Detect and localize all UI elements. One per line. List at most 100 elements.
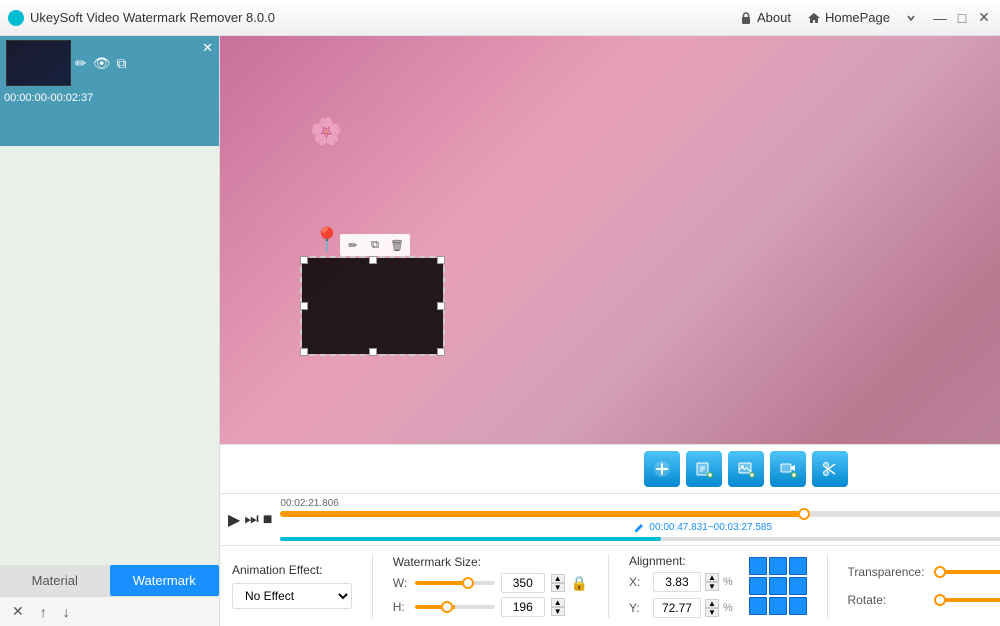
timeline-container: 00:02:21.806 00:00:47.831~00:03:27.585 — [280, 498, 1000, 541]
width-down-btn[interactable]: ▼ — [551, 583, 565, 592]
y-pct: % — [723, 602, 733, 614]
video-tool-btn[interactable] — [770, 451, 806, 487]
flower-decoration-left: 🌸 — [310, 116, 342, 147]
pencil-small-icon — [633, 521, 645, 533]
resize-handle-left[interactable] — [300, 302, 308, 310]
stop-button[interactable]: ■ — [263, 511, 273, 529]
down-btn[interactable]: ↓ — [59, 602, 74, 622]
x-down-btn[interactable]: ▼ — [705, 582, 719, 591]
eye-icon[interactable]: 👁 — [93, 55, 111, 72]
text-add-icon — [695, 460, 713, 478]
width-spinners: ▲ ▼ — [551, 574, 565, 592]
preview-thumbnail — [6, 40, 71, 86]
step-forward-button[interactable]: ⏭ — [244, 511, 258, 529]
add-tool-btn[interactable] — [644, 451, 680, 487]
align-tc[interactable] — [769, 557, 787, 575]
align-bl[interactable] — [749, 597, 767, 615]
tab-material[interactable]: Material — [0, 565, 110, 596]
align-mr[interactable] — [789, 577, 807, 595]
resize-handle-tl[interactable] — [300, 256, 308, 264]
wm-edit-btn[interactable]: ✏ — [344, 236, 362, 254]
aspect-lock-btn[interactable]: 🔒 — [571, 575, 588, 592]
app-logo — [8, 10, 24, 26]
timeline-main[interactable] — [280, 511, 1000, 517]
lock-icon — [739, 11, 753, 25]
align-tr[interactable] — [789, 557, 807, 575]
about-link[interactable]: About — [739, 10, 791, 25]
x-pct: % — [723, 576, 733, 588]
resize-handle-tr[interactable] — [437, 256, 445, 264]
add-icon — [653, 460, 671, 478]
timeline-segment-fill — [280, 537, 660, 541]
sidebar-preview: ✏ 👁 ⧉ ✕ 00:00:00-00:02:37 — [0, 36, 219, 146]
y-down-btn[interactable]: ▼ — [705, 608, 719, 617]
rotate-label: Rotate: — [848, 593, 928, 607]
home-icon — [807, 11, 821, 25]
align-tl[interactable] — [749, 557, 767, 575]
align-ml[interactable] — [749, 577, 767, 595]
maximize-button[interactable]: □ — [954, 10, 970, 26]
resize-handle-top[interactable] — [369, 256, 377, 264]
align-mc[interactable] — [769, 577, 787, 595]
alignment-label: Alignment: — [629, 554, 733, 568]
resize-handle-right[interactable] — [437, 302, 445, 310]
preview-close-btn[interactable]: ✕ — [202, 40, 213, 56]
x-input[interactable]: 3.83 — [653, 572, 701, 592]
timeline-thumb[interactable] — [798, 508, 810, 520]
watermark-size-group: Watermark Size: W: 350 ▲ ▼ 🔒 H: 196 — [393, 555, 588, 617]
image-tool-btn[interactable] — [728, 451, 764, 487]
height-slider[interactable] — [415, 605, 495, 609]
sidebar-preview-top: ✏ 👁 ⧉ ✕ — [0, 36, 219, 90]
width-up-btn[interactable]: ▲ — [551, 574, 565, 583]
up-btn[interactable]: ↑ — [36, 602, 51, 622]
width-input[interactable]: 350 — [501, 573, 545, 593]
segment-label-row: 00:00:47.831~00:03:27.585 — [280, 521, 1000, 533]
sidebar-list-area — [0, 146, 219, 565]
resize-handle-br[interactable] — [437, 348, 445, 356]
tool-icons-bar — [220, 444, 1000, 493]
transparency-rotate-group: Transparence: 0 ▲ ▼ Rotate: 0 ▲ ▼ — [848, 562, 1000, 610]
title-bar-left: UkeySoft Video Watermark Remover 8.0.0 — [8, 10, 275, 26]
tab-watermark[interactable]: Watermark — [110, 565, 220, 596]
timeline-segment[interactable] — [280, 537, 1000, 541]
transparency-slider[interactable] — [934, 570, 1000, 574]
cut-tool-btn[interactable] — [812, 451, 848, 487]
content-area: 🌸 🌸 🌸 📍 ✏ ⧉ 🗑 — [220, 36, 1000, 626]
video-preview: 🌸 🌸 🌸 📍 ✏ ⧉ 🗑 — [220, 36, 1000, 444]
edit-icon[interactable]: ✏ — [75, 55, 87, 72]
play-button[interactable]: ▶ — [228, 510, 240, 530]
width-slider[interactable] — [415, 581, 495, 585]
height-up-btn[interactable]: ▲ — [551, 598, 565, 607]
minimize-button[interactable]: — — [932, 10, 948, 26]
close-button[interactable]: ✕ — [976, 10, 992, 26]
divider-1 — [372, 554, 373, 618]
y-up-btn[interactable]: ▲ — [705, 599, 719, 608]
text-tool-btn[interactable] — [686, 451, 722, 487]
rotate-row: Rotate: 0 ▲ ▼ — [848, 590, 1000, 610]
align-bc[interactable] — [769, 597, 787, 615]
homepage-link[interactable]: HomePage — [807, 10, 890, 25]
height-spinners: ▲ ▼ — [551, 598, 565, 616]
watermark-selection-box[interactable]: 📍 ✏ ⧉ 🗑 — [300, 256, 445, 356]
resize-handle-bottom[interactable] — [369, 348, 377, 356]
wm-delete-btn[interactable]: 🗑 — [388, 236, 406, 254]
rotate-slider[interactable] — [934, 598, 1000, 602]
cut-icon — [821, 460, 839, 478]
x-row: X: 3.83 ▲ ▼ % — [629, 572, 733, 592]
animation-select[interactable]: No Effect — [232, 583, 352, 609]
divider-2 — [608, 554, 609, 618]
height-down-btn[interactable]: ▼ — [551, 607, 565, 616]
align-br[interactable] — [789, 597, 807, 615]
delete-btn[interactable]: ✕ — [8, 601, 28, 622]
y-input[interactable]: 72.77 — [653, 598, 701, 618]
copy-icon[interactable]: ⧉ — [117, 55, 127, 72]
main-container: ✏ 👁 ⧉ ✕ 00:00:00-00:02:37 Material Water… — [0, 36, 1000, 626]
resize-handle-bl[interactable] — [300, 348, 308, 356]
current-time: 00:02:21.806 — [280, 498, 338, 509]
wm-copy-btn[interactable]: ⧉ — [366, 236, 384, 254]
height-input[interactable]: 196 — [501, 597, 545, 617]
image-add-icon — [737, 460, 755, 478]
dropdown-arrow[interactable] — [906, 13, 916, 23]
chevron-down-icon — [906, 13, 916, 23]
x-up-btn[interactable]: ▲ — [705, 573, 719, 582]
